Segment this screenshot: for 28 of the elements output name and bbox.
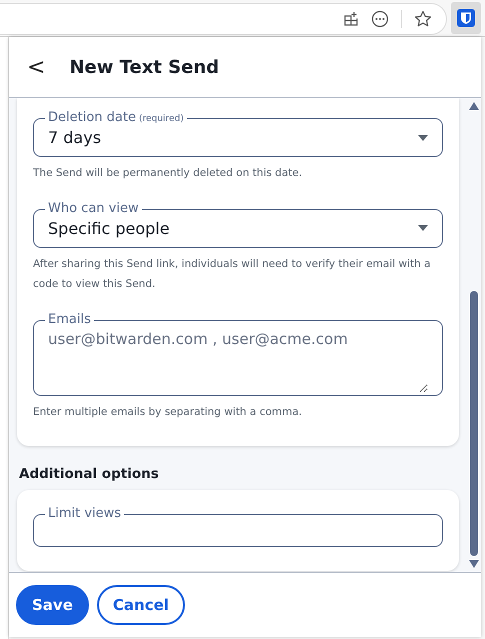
field-label: Limit views [47, 508, 122, 520]
scroll-down-icon[interactable] [469, 560, 479, 568]
caret-icon [418, 225, 428, 231]
input-field[interactable]: Limit views [33, 508, 443, 547]
back-button[interactable]: < [23, 54, 50, 80]
section-title: Additional options [19, 466, 160, 482]
shield-icon [457, 9, 475, 27]
field-label: Who can view [47, 203, 140, 215]
more-icon[interactable] [371, 10, 389, 28]
caret-icon [418, 134, 428, 140]
textarea-field[interactable]: Emails user@bitwarden.com , user@acme.com [33, 314, 443, 396]
scroll-thumb[interactable] [470, 290, 478, 556]
star-icon[interactable] [414, 10, 432, 28]
scroll-up-icon[interactable] [469, 102, 479, 110]
select-field[interactable]: Deletion date (required) 7 days [33, 112, 443, 157]
cancel-button[interactable]: Cancel [96, 585, 185, 625]
select-field[interactable]: Who can view Specific people [33, 203, 443, 248]
select-value: 7 days [48, 128, 102, 147]
field-hint: The Send will be permanently deleted on this date. [33, 166, 304, 181]
field-label: Emails [47, 314, 92, 326]
field-label: Deletion date (required) [47, 112, 185, 125]
add-app-icon[interactable] [343, 11, 359, 27]
field-hint: After sharing this Send link, individuals will need to verify their email with a code to view this Send. [33, 257, 432, 292]
save-button[interactable]: Save [16, 585, 89, 625]
extension-button[interactable] [451, 2, 481, 34]
select-value: Specific people [48, 218, 170, 238]
field-hint: Enter multiple emails by separating with a comma. [33, 405, 304, 420]
page-title: New Text Send [69, 56, 220, 78]
